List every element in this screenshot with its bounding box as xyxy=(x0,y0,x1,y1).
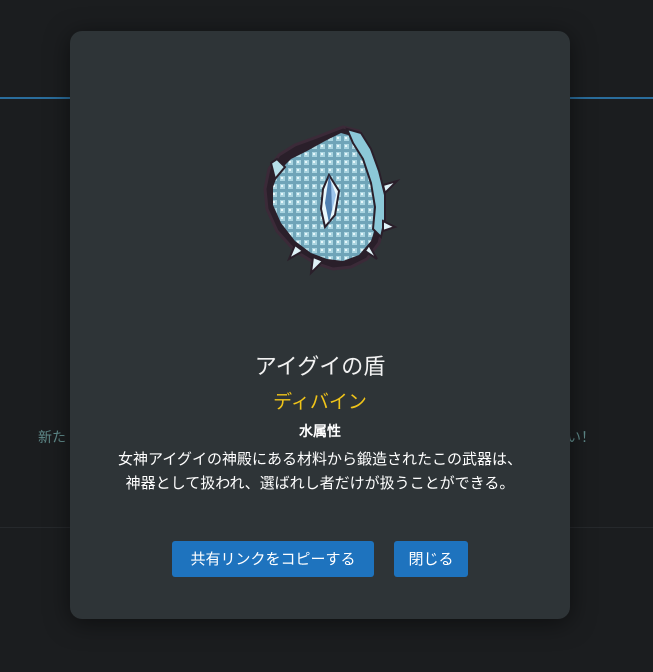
close-button[interactable]: 閉じる xyxy=(394,541,468,577)
copy-share-link-button[interactable]: 共有リンクをコピーする xyxy=(172,541,374,577)
background-text-right: い！ xyxy=(567,430,595,446)
item-detail-modal: アイグイの盾 ディバイン 水属性 女神アイグイの神殿にある材料から鍛造されたこの… xyxy=(70,31,570,619)
item-description: 女神アイグイの神殿にある材料から鍛造されたこの武器は、神器として扱われ、選ばれし… xyxy=(118,450,522,492)
background-text-left: 新た xyxy=(38,430,66,446)
item-rarity: ディバイン xyxy=(273,391,367,413)
page: 新た い！ アイグイの盾 ディバイン 水属性 女神アイグイの神殿にある材料から鍛… xyxy=(0,0,653,672)
shield-icon xyxy=(263,125,401,276)
item-name: アイグイの盾 xyxy=(254,355,386,380)
item-attribute: 水属性 xyxy=(299,424,341,440)
